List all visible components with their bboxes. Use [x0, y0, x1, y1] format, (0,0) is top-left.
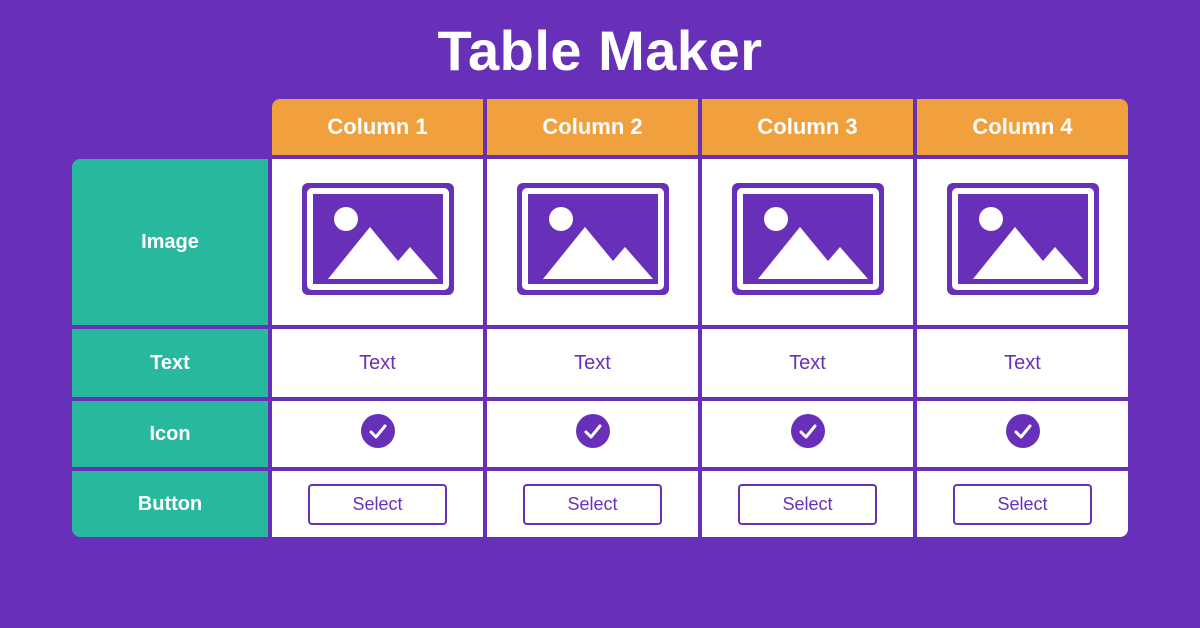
- checkmark-circle-icon: [576, 414, 610, 448]
- column-header-3: Column 3: [700, 97, 915, 157]
- cell-text-3: Text: [700, 327, 915, 399]
- column-header-1: Column 1: [270, 97, 485, 157]
- cell-icon-1: [270, 399, 485, 469]
- row-header-button: Button: [70, 469, 270, 539]
- cell-button-1: Select: [270, 469, 485, 539]
- demo-table: Column 1 Column 2 Column 3 Column 4 Imag…: [70, 97, 1130, 539]
- row-header-icon: Icon: [70, 399, 270, 469]
- cell-button-2: Select: [485, 469, 700, 539]
- cell-text-2: Text: [485, 327, 700, 399]
- image-placeholder-icon: [728, 179, 888, 299]
- cell-button-4: Select: [915, 469, 1130, 539]
- column-header-2: Column 2: [485, 97, 700, 157]
- cell-icon-4: [915, 399, 1130, 469]
- image-placeholder-icon: [943, 179, 1103, 299]
- cell-icon-3: [700, 399, 915, 469]
- cell-button-3: Select: [700, 469, 915, 539]
- cell-image-2: [485, 157, 700, 327]
- checkmark-circle-icon: [791, 414, 825, 448]
- cell-image-3: [700, 157, 915, 327]
- cell-image-1: [270, 157, 485, 327]
- row-header-image: Image: [70, 157, 270, 327]
- select-button[interactable]: Select: [523, 484, 661, 525]
- select-button[interactable]: Select: [738, 484, 876, 525]
- cell-text-1: Text: [270, 327, 485, 399]
- cell-icon-2: [485, 399, 700, 469]
- checkmark-circle-icon: [1006, 414, 1040, 448]
- cell-text-4: Text: [915, 327, 1130, 399]
- column-header-4: Column 4: [915, 97, 1130, 157]
- table-corner-blank: [70, 97, 270, 157]
- select-button[interactable]: Select: [953, 484, 1091, 525]
- row-header-text: Text: [70, 327, 270, 399]
- table-container: Column 1 Column 2 Column 3 Column 4 Imag…: [70, 97, 1130, 539]
- image-placeholder-icon: [513, 179, 673, 299]
- image-placeholder-icon: [298, 179, 458, 299]
- cell-image-4: [915, 157, 1130, 327]
- select-button[interactable]: Select: [308, 484, 446, 525]
- page-title: Table Maker: [437, 18, 762, 83]
- checkmark-circle-icon: [361, 414, 395, 448]
